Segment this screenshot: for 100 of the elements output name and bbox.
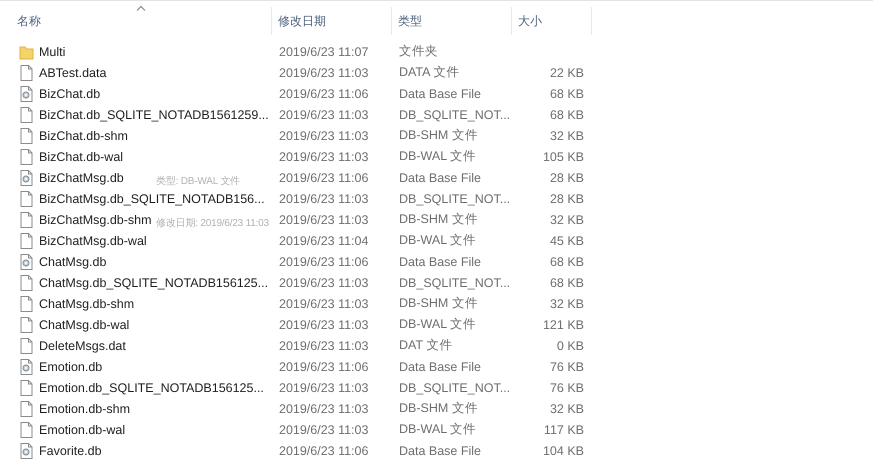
file-name[interactable]: BizChatMsg.db [39,170,124,184]
file-size: 32 KB [550,402,584,416]
file-size: 28 KB [550,170,584,184]
file-type: DAT 文件 [398,337,454,354]
file-size: 76 KB [550,360,584,374]
file-name[interactable]: Emotion.db [39,360,102,374]
modified-date: 2019/6/23 11:03 [278,318,370,332]
file-icon [19,380,34,396]
file-type: DB_SQLITE_NOT... [398,192,512,206]
modified-date: 2019/6/23 11:04 [278,234,370,248]
file-type: DB_SQLITE_NOT... [398,380,512,394]
file-size: 121 KB [542,318,584,332]
file-name[interactable]: Emotion.db-wal [39,422,126,436]
file-name[interactable]: ChatMsg.db-wal [39,318,130,332]
file-icon [19,64,34,80]
file-icon [19,274,34,290]
file-name[interactable]: BizChat.db [39,86,100,100]
modified-date: 2019/6/23 11:03 [278,192,370,206]
file-name[interactable]: ChatMsg.db-shm [39,296,134,310]
file-type: DB-WAL 文件 [398,148,478,165]
file-icon [19,106,34,122]
file-icon [19,190,34,206]
file-type: 文件夹 [398,43,439,60]
file-size: 68 KB [550,86,584,100]
file-size: 28 KB [550,192,584,206]
file-size: 68 KB [550,276,584,290]
file-name[interactable]: BizChatMsg.db-shm [39,212,152,226]
file-name[interactable]: Favorite.db [39,444,102,458]
file-type: DATA 文件 [398,64,460,81]
modified-date: 2019/6/23 11:07 [278,44,370,58]
file-name[interactable]: BizChatMsg.db-wal [39,234,147,248]
file-type: Data Base File [398,170,482,184]
modified-date: 2019/6/23 11:06 [278,360,370,374]
settings-file-icon [19,86,34,102]
size-column-header[interactable]: 大小 [512,7,592,35]
file-icon [19,128,34,144]
file-name[interactable]: Emotion.db-shm [39,402,130,416]
file-name[interactable]: ChatMsg.db_SQLITE_NOTADB156125... [39,276,268,290]
settings-file-icon [19,358,34,374]
file-name[interactable]: DeleteMsgs.dat [39,338,126,352]
modified-date: 2019/6/23 11:06 [278,86,370,100]
file-name[interactable]: Emotion.db_SQLITE_NOTADB156125... [39,380,264,394]
file-icon [19,232,34,248]
modified-date: 2019/6/23 11:03 [278,150,370,164]
file-type: Data Base File [398,254,482,268]
file-size: 117 KB [544,422,584,436]
file-name[interactable]: BizChat.db-wal [39,150,124,164]
file-type: DB-WAL 文件 [398,232,478,249]
file-size: 104 KB [542,444,584,458]
file-type: DB-WAL 文件 [398,316,478,333]
file-icon [19,400,34,416]
file-icon [19,338,34,354]
file-size: 32 KB [550,128,584,142]
file-name[interactable]: BizChatMsg.db_SQLITE_NOTADB156... [39,192,265,206]
file-type: DB-SHM 文件 [398,400,479,417]
file-type: Data Base File [398,360,482,374]
file-size: 105 KB [542,150,584,164]
name-column-header[interactable]: 名称 [0,7,272,35]
modified-date: 2019/6/23 11:03 [278,108,370,122]
file-size: 0 KB [556,338,584,352]
modified-date: 2019/6/23 11:03 [278,128,370,142]
file-type: DB_SQLITE_NOT... [398,276,512,290]
file-type: Data Base File [398,86,482,100]
modified-date: 2019/6/23 11:03 [278,296,370,310]
file-name[interactable]: BizChat.db_SQLITE_NOTADB1561259... [39,108,269,122]
file-type: Data Base File [398,444,482,458]
file-type: DB-SHM 文件 [398,211,479,228]
file-name[interactable]: BizChat.db-shm [39,128,128,142]
file-icon [19,212,34,228]
folder-icon [19,44,34,60]
file-size: 76 KB [550,380,584,394]
modified-date: 2019/6/23 11:03 [278,380,370,394]
settings-file-icon [19,170,34,186]
modified-date: 2019/6/23 11:03 [278,422,370,436]
modified-date: 2019/6/23 11:06 [278,170,370,184]
modified-date: 2019/6/23 11:03 [278,338,370,352]
file-name[interactable]: Multi [39,44,66,58]
modified-date: 2019/6/23 11:03 [278,276,370,290]
file-name[interactable]: ChatMsg.db [39,254,106,268]
file-icon [19,296,34,312]
modified-date: 2019/6/23 11:03 [278,66,370,80]
file-type: DB-WAL 文件 [398,421,478,438]
settings-file-icon [19,442,34,458]
file-size: 32 KB [550,296,584,310]
file-size: 22 KB [550,66,584,80]
settings-file-icon [19,254,34,270]
file-type: DB_SQLITE_NOT... [398,108,512,122]
file-size: 32 KB [550,212,584,226]
date-column-header[interactable]: 修改日期 [272,7,392,35]
file-name[interactable]: ABTest.data [39,66,106,80]
file-size: 68 KB [550,108,584,122]
modified-date: 2019/6/23 11:03 [278,212,370,226]
type-column-header[interactable]: 类型 [392,7,512,35]
file-type: DB-SHM 文件 [398,127,479,144]
modified-date: 2019/6/23 11:06 [278,254,370,268]
file-icon [19,148,34,164]
file-icon [19,316,34,332]
tooltip-text: 类型: DB-WAL 文件 [156,175,240,188]
modified-date: 2019/6/23 11:03 [278,402,370,416]
file-type: DB-SHM 文件 [398,295,479,312]
